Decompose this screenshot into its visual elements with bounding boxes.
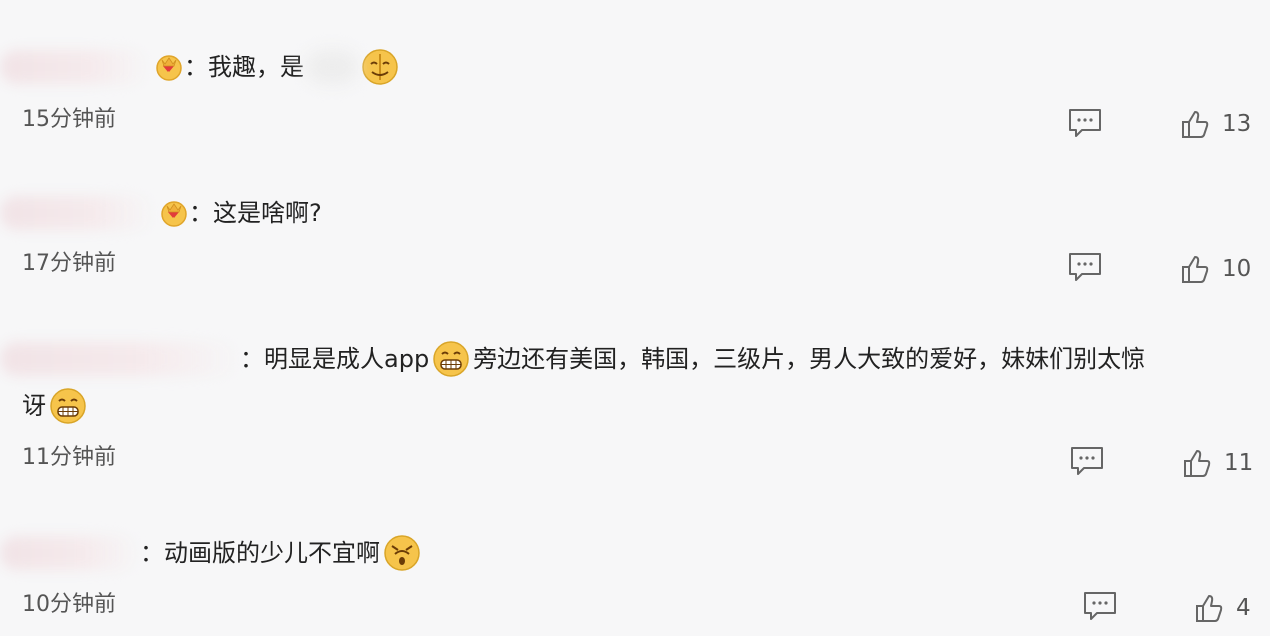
grin-emoji-icon [49,387,87,425]
comment-3-text-line2: 讶 [22,392,46,420]
thumbs-up-icon [1196,595,1223,622]
like-count: 4 [1236,595,1251,621]
comment-3-text: ：明显是成人app [240,345,430,373]
thumbs-up-icon [1182,256,1209,283]
comment-2-time: 17分钟前 [22,251,116,276]
username-1[interactable] [0,50,150,84]
comment-1-text: ：我趣，是 [184,53,304,81]
comment-icon[interactable] [1083,591,1117,621]
like-count: 11 [1224,450,1254,476]
comment-icon[interactable] [1070,446,1104,476]
comment-1-line: ：我趣，是 [0,48,402,86]
thumbs-up-icon [1184,450,1211,477]
shocked-emoji-icon [383,534,421,572]
smirk-emoji-icon [361,48,399,86]
username-4[interactable] [0,536,140,570]
like-button[interactable]: 13 [1180,109,1251,139]
like-count: 10 [1222,256,1252,282]
comment-2-text: ：这是啥啊? [189,199,322,227]
comment-4-time: 10分钟前 [22,592,116,617]
comment-3-time: 11分钟前 [22,445,116,470]
comment-icon[interactable] [1068,108,1102,138]
like-button[interactable]: 11 [1182,448,1253,478]
comment-3-line-1: ：明显是成人app 旁边还有美国，韩国，三级片，男人大致的爱好，妹妹们别太惊 [0,340,1145,378]
blurred-text [306,50,358,84]
heart-crown-icon [159,198,189,228]
comment-1-time: 15分钟前 [22,107,116,132]
heart-crown-icon [154,52,184,82]
comment-4-line: ：动画版的少儿不宜啊 [0,534,424,572]
like-button[interactable]: 4 [1194,593,1251,623]
like-button[interactable]: 10 [1180,254,1251,284]
username-3[interactable] [0,342,240,376]
comment-icon[interactable] [1068,252,1102,282]
comment-3-text-mid: 旁边还有美国，韩国，三级片，男人大致的爱好，妹妹们别太惊 [473,345,1146,373]
comment-2-line: ：这是啥啊? [0,195,322,231]
like-count: 13 [1222,111,1252,137]
grin-emoji-icon [432,340,470,378]
comment-3-line-2: 讶 [22,387,90,425]
thumbs-up-icon [1182,111,1209,138]
username-2[interactable] [0,196,155,230]
comment-4-text: ：动画版的少儿不宜啊 [140,539,380,567]
